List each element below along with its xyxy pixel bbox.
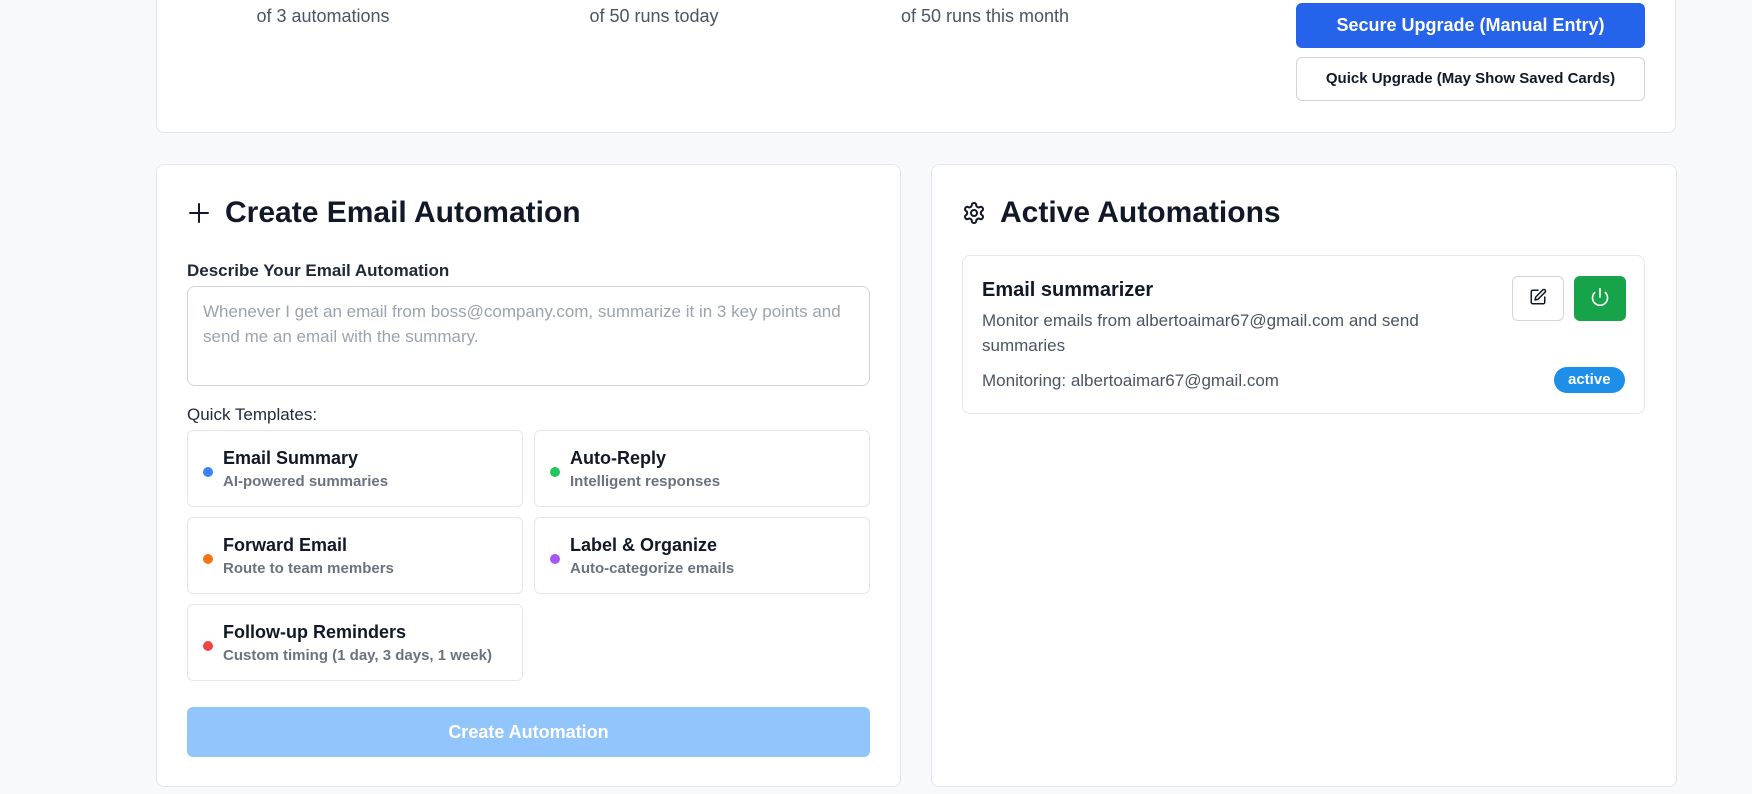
template-title: Label & Organize [570, 535, 718, 555]
edit-icon [1529, 288, 1547, 309]
create-automation-title: Create Email Automation [225, 196, 581, 229]
template-description: Route to team members [223, 560, 394, 577]
runs-today-subtext: of 50 runs today [589, 6, 719, 26]
quick-templates-label: Quick Templates: [187, 405, 318, 424]
runs-month-subtext: of 50 runs this month [900, 6, 1070, 26]
secure-upgrade-button[interactable]: Secure Upgrade (Manual Entry) [1296, 3, 1645, 48]
template-title: Follow-up Reminders [223, 622, 407, 642]
gear-icon [962, 201, 986, 225]
automation-card: Email summarizer Monitor emails from alb… [962, 255, 1645, 414]
automation-monitoring: Monitoring: albertoaimar67@gmail.com [982, 371, 1279, 390]
template-description: Intelligent responses [570, 473, 721, 490]
quick-upgrade-button[interactable]: Quick Upgrade (May Show Saved Cards) [1296, 57, 1645, 101]
template-color-dot [203, 641, 213, 651]
power-icon [1590, 287, 1610, 310]
template-description: Auto-categorize emails [570, 560, 735, 577]
automations-usage-subtext: of 3 automations [256, 6, 390, 26]
template-title: Forward Email [223, 535, 348, 555]
template-color-dot [203, 467, 213, 477]
plus-icon [187, 201, 211, 225]
create-automation-header: Create Email Automation [187, 193, 581, 233]
active-automations-panel: Active Automations Email summarizer Moni… [931, 164, 1677, 787]
active-automations-title: Active Automations [1000, 196, 1281, 229]
usage-card: of 3 automations of 50 runs today of 50 … [156, 0, 1676, 133]
toggle-automation-button[interactable] [1574, 276, 1626, 321]
edit-automation-button[interactable] [1512, 276, 1564, 321]
upgrade-actions: Secure Upgrade (Manual Entry) Quick Upgr… [1296, 3, 1645, 101]
page: of 3 automations of 50 runs today of 50 … [0, 0, 1752, 794]
template-color-dot [203, 554, 213, 564]
template-description: AI-powered summaries [223, 473, 389, 490]
template-forward-email[interactable]: Forward Email Route to team members [187, 517, 523, 594]
automation-name: Email summarizer [982, 279, 1154, 301]
template-color-dot [550, 467, 560, 477]
template-color-dot [550, 554, 560, 564]
template-email-summary[interactable]: Email Summary AI-powered summaries [187, 430, 523, 507]
template-auto-reply[interactable]: Auto-Reply Intelligent responses [534, 430, 870, 507]
template-title: Email Summary [223, 448, 359, 468]
create-automation-panel: Create Email Automation Describe Your Em… [156, 164, 901, 787]
template-description: Custom timing (1 day, 3 days, 1 week) [223, 647, 492, 664]
template-label-organize[interactable]: Label & Organize Auto-categorize emails [534, 517, 870, 594]
template-title: Auto-Reply [570, 448, 666, 468]
automation-description-input[interactable] [187, 286, 870, 386]
active-automations-header: Active Automations [962, 193, 1281, 233]
status-badge: active [1554, 367, 1625, 393]
describe-automation-label: Describe Your Email Automation [187, 261, 450, 280]
template-follow-up-reminders[interactable]: Follow-up Reminders Custom timing (1 day… [187, 604, 523, 681]
create-automation-button[interactable]: Create Automation [187, 707, 870, 757]
automation-description: Monitor emails from albertoaimar67@gmail… [982, 311, 1419, 355]
